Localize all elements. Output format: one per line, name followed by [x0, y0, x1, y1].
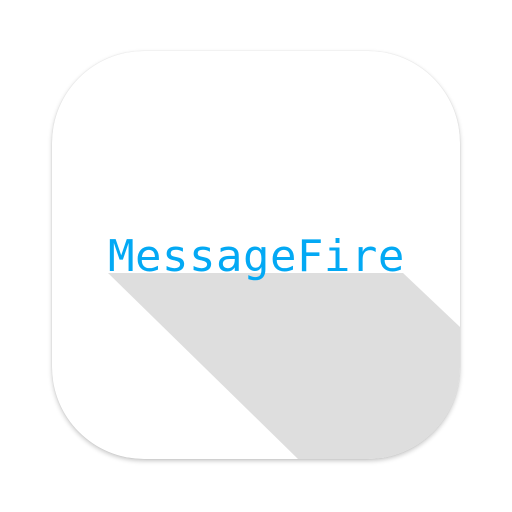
long-shadow-shape	[108, 273, 460, 459]
app-icon[interactable]: MessageFire	[52, 51, 460, 459]
app-name: MessageFire	[108, 231, 405, 282]
icon-canvas: MessageFire	[0, 0, 512, 512]
